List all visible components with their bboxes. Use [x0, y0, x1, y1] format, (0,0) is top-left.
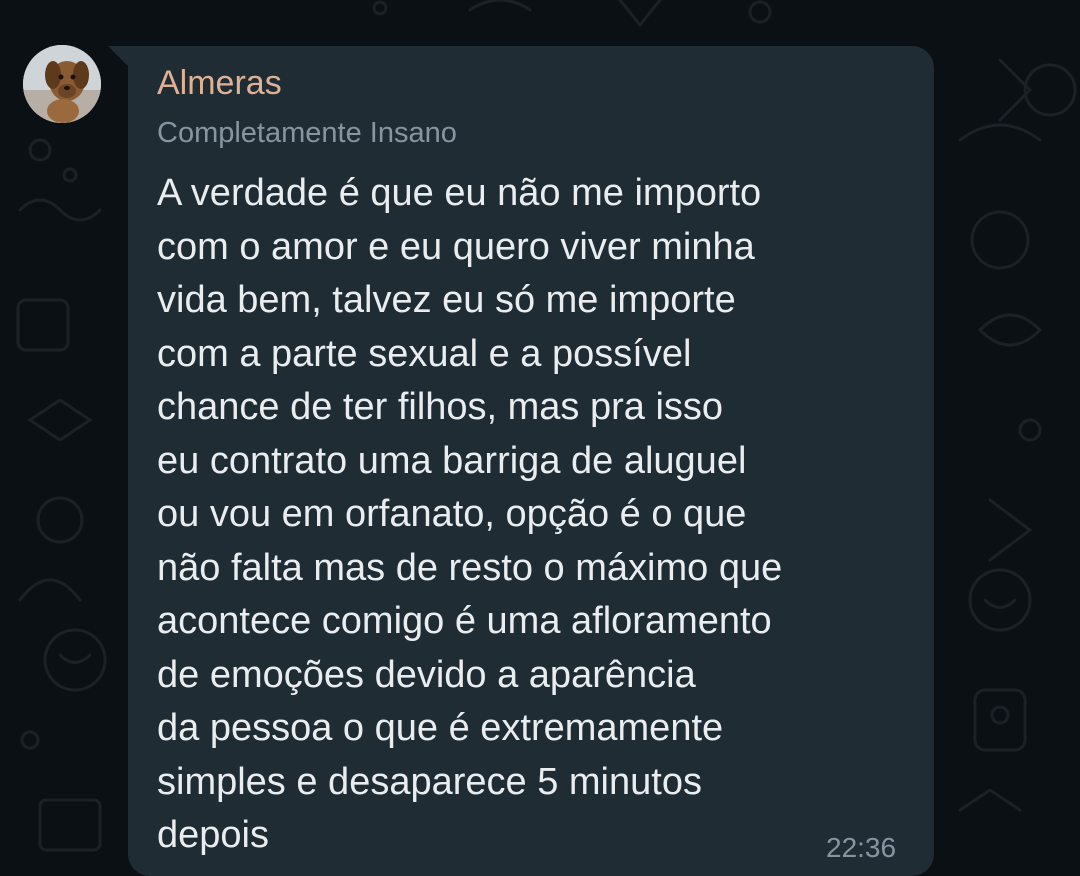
message-line: eu contrato uma barriga de aluguel [157, 439, 747, 482]
message-line: da pessoa o que é extremamente [157, 707, 724, 749]
message-timestamp: 22:36 [826, 832, 897, 863]
message-line: ou vou em orfanato, opção é o que [157, 493, 747, 535]
message-text: A verdade é que eu não me importo com o … [157, 167, 917, 863]
message-line: chance de ter filhos, mas pra isso [157, 386, 724, 428]
message-line: de emoções devido a aparência [157, 653, 696, 696]
message-line: vida bem, talvez eu só me importe [157, 279, 736, 321]
message-line: com o amor e eu quero viver minha [157, 225, 755, 268]
sender-avatar[interactable] [23, 45, 101, 123]
message-line: depois [157, 814, 269, 856]
message-line: acontece comigo é uma afloramento [157, 600, 772, 642]
sender-status: Completamente Insano [157, 117, 457, 149]
message-line: simples e desaparece 5 minutos [157, 760, 702, 803]
message-line: A verdade é que eu não me importo [157, 172, 762, 214]
message-line: com a parte sexual e a possível [157, 332, 692, 375]
message-line: não falta mas de resto o máximo que [157, 546, 783, 589]
dog-avatar-icon [23, 45, 101, 123]
sender-name[interactable]: Almeras [157, 58, 282, 108]
